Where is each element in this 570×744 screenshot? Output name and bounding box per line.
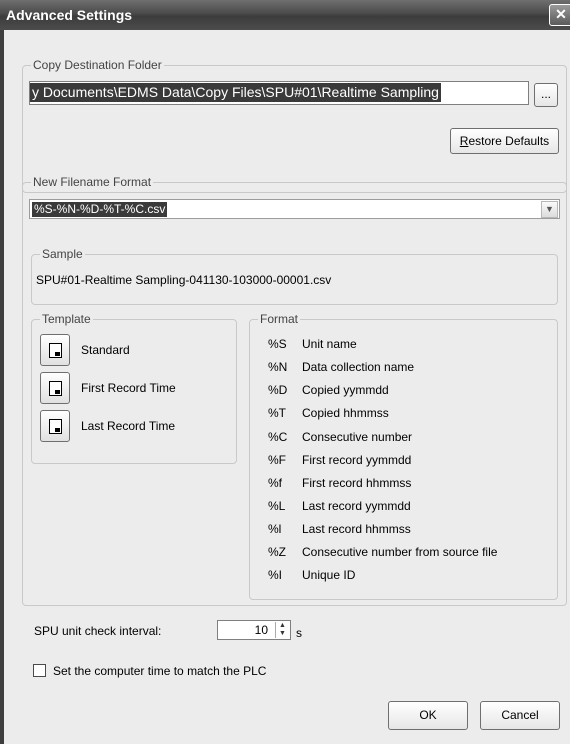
format-code: %T	[268, 406, 286, 420]
format-desc: Unique ID	[302, 568, 356, 582]
copy-destination-group: Copy Destination Folder y Documents\EDMS…	[22, 58, 567, 193]
spin-down-icon[interactable]: ▼	[275, 630, 289, 638]
title-bar[interactable]: Advanced Settings ✕	[0, 0, 570, 30]
format-code: %f	[268, 476, 283, 490]
template-label: Template	[40, 312, 93, 326]
format-label: Format	[258, 312, 301, 326]
format-desc: Last record hhmmss	[302, 522, 411, 536]
template-last-record-label: Last Record Time	[81, 419, 176, 433]
document-icon	[49, 419, 62, 434]
template-last-record-button[interactable]	[40, 410, 70, 442]
sample-label: Sample	[40, 247, 85, 261]
filename-format-label: New Filename Format	[31, 175, 154, 189]
sample-filename: SPU#01-Realtime Sampling-041130-103000-0…	[36, 273, 332, 287]
check-interval-value: 10	[254, 623, 268, 637]
format-code: %F	[268, 453, 286, 467]
format-code: %N	[268, 360, 288, 374]
browse-button[interactable]: ...	[534, 83, 558, 107]
format-group: Format %S Unit name %N Data collection nam…	[249, 312, 558, 600]
restore-defaults-label: estore Defaults	[468, 134, 550, 148]
destination-path-input[interactable]: y Documents\EDMS Data\Copy Files\SPU#01\…	[29, 81, 529, 105]
document-icon	[49, 343, 62, 358]
format-code: %S	[268, 337, 287, 351]
format-code: %l	[268, 522, 282, 536]
format-desc: First record hhmmss	[302, 476, 412, 490]
destination-path-value: y Documents\EDMS Data\Copy Files\SPU#01\…	[30, 83, 441, 102]
format-desc: Copied yymmdd	[302, 383, 389, 397]
browse-label: ...	[540, 87, 551, 101]
advanced-settings-dialog: Advanced Settings ✕ Copy Destination Fol…	[0, 0, 570, 744]
ok-button[interactable]: OK	[388, 701, 468, 730]
dialog-client-area: Copy Destination Folder y Documents\EDMS…	[0, 30, 570, 744]
ok-label: OK	[419, 708, 437, 722]
format-desc: Unit name	[302, 337, 357, 351]
template-first-record-button[interactable]	[40, 372, 70, 404]
cancel-button[interactable]: Cancel	[480, 701, 560, 730]
template-group: Template Standard First Record Time Last…	[31, 312, 237, 464]
format-desc: Last record yymmdd	[302, 499, 411, 513]
template-standard-button[interactable]	[40, 334, 70, 366]
format-desc: Consecutive number	[302, 430, 413, 444]
format-code: %L	[268, 499, 286, 513]
document-icon	[49, 381, 62, 396]
filename-format-group: New Filename Format %S-%N-%D-%T-%C.csv ▼…	[22, 175, 567, 606]
format-code: %C	[268, 430, 288, 444]
sync-time-checkbox[interactable]	[33, 664, 46, 677]
cancel-label: Cancel	[501, 708, 539, 722]
format-desc: First record yymmdd	[302, 453, 412, 467]
copy-destination-label: Copy Destination Folder	[31, 58, 164, 72]
close-icon[interactable]: ✕	[549, 4, 570, 26]
format-desc: Copied hhmmss	[302, 406, 389, 420]
sync-time-label: Set the computer time to match the PLC	[53, 664, 267, 678]
spinner-buttons[interactable]: ▲ ▼	[275, 622, 289, 639]
check-interval-spinner[interactable]: 10 ▲ ▼	[217, 620, 291, 640]
restore-defaults-button[interactable]: Restore Defaults	[450, 128, 559, 154]
format-code: %I	[268, 568, 283, 582]
filename-format-value: %S-%N-%D-%T-%C.csv	[32, 202, 168, 217]
chevron-down-icon[interactable]: ▼	[541, 201, 558, 218]
filename-format-combobox[interactable]: %S-%N-%D-%T-%C.csv ▼	[29, 199, 560, 219]
template-first-record-label: First Record Time	[81, 381, 176, 395]
format-desc: Consecutive number from source file	[302, 545, 498, 559]
format-code: %D	[268, 383, 288, 397]
check-interval-label: SPU unit check interval:	[34, 624, 162, 638]
check-interval-unit: s	[296, 626, 302, 640]
sample-group: Sample SPU#01-Realtime Sampling-041130-1…	[31, 247, 558, 305]
window-title: Advanced Settings	[6, 7, 133, 23]
template-standard-label: Standard	[81, 343, 130, 357]
format-code: %Z	[268, 545, 286, 559]
spin-up-icon[interactable]: ▲	[275, 622, 289, 630]
format-desc: Data collection name	[302, 360, 415, 374]
